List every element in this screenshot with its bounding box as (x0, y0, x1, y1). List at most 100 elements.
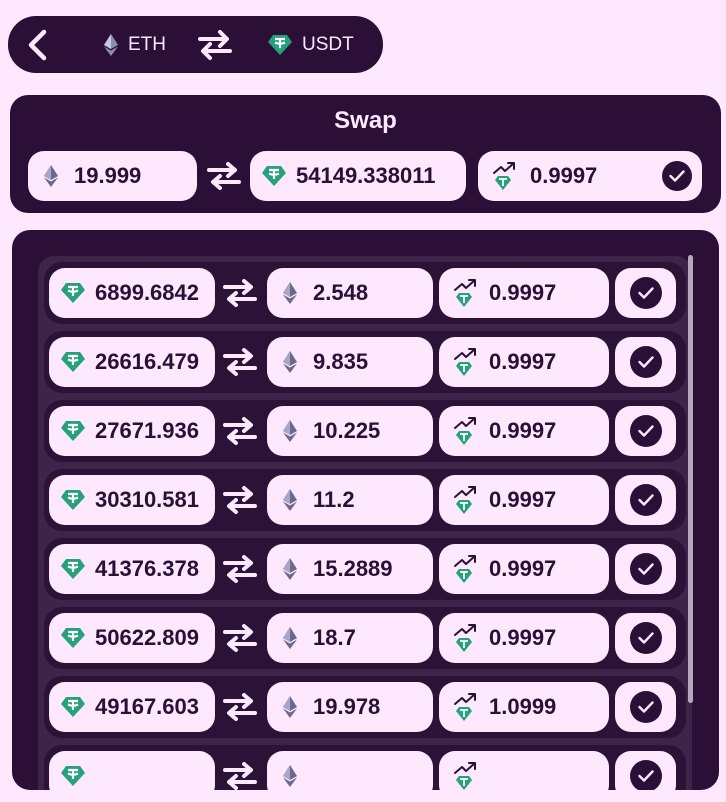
check-icon (629, 277, 662, 309)
to-token-symbol: USDT (302, 34, 354, 55)
check-icon (629, 415, 662, 447)
order-usdt-amount[interactable]: 6899.6842 (49, 268, 215, 318)
order-confirm-button[interactable] (615, 475, 676, 525)
swap-arrows-icon (222, 554, 258, 589)
order-eth-value: 11.2 (313, 487, 355, 512)
order-usdt-amount[interactable]: 30310.581 (49, 475, 215, 525)
order-usdt-value: 26616.479 (95, 349, 199, 374)
to-token[interactable]: USDT (268, 34, 354, 56)
usdt-icon (262, 165, 286, 187)
eth-icon (283, 489, 297, 511)
order-eth-amount[interactable]: 15.2889 (267, 544, 433, 594)
order-rate[interactable]: 0.9997 (439, 475, 609, 525)
usdt-icon (268, 34, 292, 56)
usdt-icon (61, 420, 85, 442)
order-usdt-amount[interactable]: 26616.479 (49, 337, 215, 387)
order-eth-value: 18.7 (313, 625, 356, 650)
order-rate[interactable]: 0.9997 (439, 337, 609, 387)
order-rate[interactable]: 0.9997 (439, 406, 609, 456)
check-icon[interactable] (662, 161, 692, 191)
usdt-icon (61, 765, 85, 787)
order-row: 50622.809 18.7 0.9997 (44, 607, 686, 669)
order-usdt-value: 49167.603 (95, 694, 199, 719)
order-confirm-button[interactable] (615, 613, 676, 663)
swap-usdt-amount[interactable]: 54149.338011 (250, 151, 466, 201)
order-usdt-value: 50622.809 (95, 625, 199, 650)
rate-trend-icon (492, 161, 518, 191)
order-eth-value: 2.548 (313, 280, 369, 305)
check-icon (629, 760, 662, 790)
order-rate-value: 0.9997 (489, 625, 557, 650)
eth-icon (283, 282, 297, 304)
rate-trend-icon (453, 692, 479, 722)
order-confirm-button[interactable] (615, 337, 676, 387)
order-eth-amount[interactable]: 10.225 (267, 406, 433, 456)
rate-trend-icon (453, 554, 479, 584)
order-usdt-value: 6899.6842 (95, 280, 199, 305)
order-rate[interactable] (439, 751, 609, 790)
swap-eth-amount[interactable]: 19.999 (28, 151, 197, 201)
order-rate[interactable]: 0.9997 (439, 544, 609, 594)
order-eth-amount[interactable]: 11.2 (267, 475, 433, 525)
usdt-icon (61, 282, 85, 304)
from-token[interactable]: ETH (104, 34, 166, 56)
rate-trend-icon (453, 347, 479, 377)
eth-icon (283, 420, 297, 442)
order-confirm-button[interactable] (615, 544, 676, 594)
swap-eth-value: 19.999 (74, 163, 142, 188)
swap-arrows-icon (222, 692, 258, 727)
scrollbar[interactable] (688, 255, 693, 703)
order-row (44, 745, 686, 790)
order-row: 30310.581 11.2 0.9997 (44, 469, 686, 531)
order-usdt-amount[interactable]: 41376.378 (49, 544, 215, 594)
swap-rate-value: 0.9997 (530, 163, 598, 188)
swap-title: Swap (334, 107, 397, 134)
swap-arrows-icon (222, 278, 258, 313)
swap-rate[interactable]: 0.9997 (478, 151, 702, 201)
eth-icon (283, 351, 297, 373)
swap-usdt-value: 54149.338011 (296, 163, 436, 188)
order-eth-amount[interactable]: 19.978 (267, 682, 433, 732)
usdt-icon (61, 489, 85, 511)
order-eth-amount[interactable] (267, 751, 433, 790)
order-eth-amount[interactable]: 2.548 (267, 268, 433, 318)
order-confirm-button[interactable] (615, 268, 676, 318)
order-rate-value: 0.9997 (489, 418, 557, 443)
order-confirm-button[interactable] (615, 682, 676, 732)
order-eth-value: 9.835 (313, 349, 369, 374)
order-usdt-amount[interactable]: 50622.809 (49, 613, 215, 663)
rate-trend-icon (453, 416, 479, 446)
order-confirm-button[interactable] (615, 751, 676, 790)
order-rate-value: 0.9997 (489, 487, 557, 512)
usdt-icon (61, 351, 85, 373)
back-icon[interactable] (22, 28, 56, 62)
order-rate-value: 0.9997 (489, 280, 557, 305)
usdt-icon (61, 627, 85, 649)
check-icon (629, 622, 662, 654)
eth-icon (283, 627, 297, 649)
order-rate[interactable]: 0.9997 (439, 613, 609, 663)
order-row: 26616.479 9.835 0.9997 (44, 331, 686, 393)
order-confirm-button[interactable] (615, 406, 676, 456)
swap-arrows-icon (222, 623, 258, 658)
check-icon (629, 484, 662, 516)
rate-trend-icon (453, 623, 479, 653)
order-eth-amount[interactable]: 18.7 (267, 613, 433, 663)
swap-card: Swap 19.999 54149.338011 0.9997 (10, 95, 721, 213)
rate-trend-icon (453, 278, 479, 308)
swap-direction-icon[interactable] (196, 29, 234, 61)
order-usdt-amount[interactable]: 49167.603 (49, 682, 215, 732)
rate-trend-icon (453, 485, 479, 515)
eth-icon (283, 696, 297, 718)
order-usdt-amount[interactable]: 27671.936 (49, 406, 215, 456)
order-eth-value: 15.2889 (313, 556, 393, 581)
eth-icon (44, 165, 58, 187)
order-eth-amount[interactable]: 9.835 (267, 337, 433, 387)
order-rate[interactable]: 1.0999 (439, 682, 609, 732)
order-row: 49167.603 19.978 1.0999 (44, 676, 686, 738)
order-rate-value: 0.9997 (489, 556, 557, 581)
usdt-icon (61, 696, 85, 718)
orders-list: 6899.6842 2.548 0.9997 26616.479 9.835 0.9997… (38, 256, 692, 790)
order-usdt-amount[interactable] (49, 751, 215, 790)
order-rate[interactable]: 0.9997 (439, 268, 609, 318)
